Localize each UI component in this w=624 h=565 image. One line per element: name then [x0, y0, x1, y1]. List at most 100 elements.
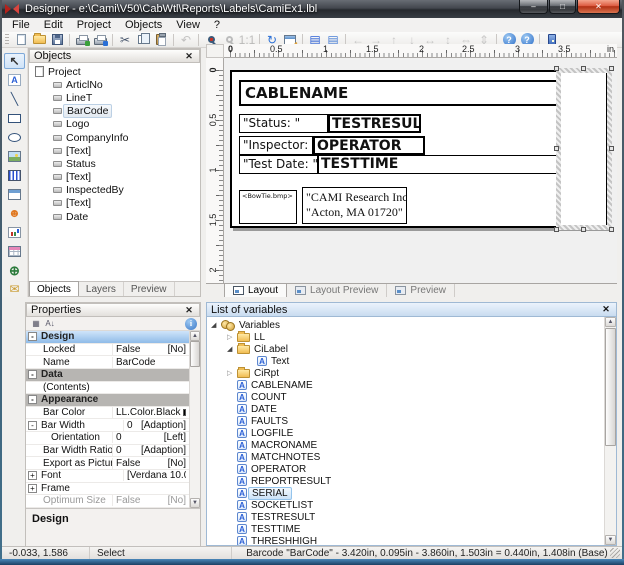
close-icon[interactable]: ✕: [600, 304, 612, 315]
var-folder-ll[interactable]: LL: [207, 331, 604, 343]
tab-preview[interactable]: Preview: [387, 284, 455, 297]
open-file-icon[interactable]: [30, 32, 48, 47]
info-icon[interactable]: i: [185, 318, 197, 330]
label-object-logo-placeholder[interactable]: <BowTie.bmp>: [239, 190, 297, 224]
tree-item-logo[interactable]: Logo: [29, 118, 200, 131]
menu-edit[interactable]: Edit: [37, 18, 70, 32]
menu-objects[interactable]: Objects: [118, 18, 169, 32]
prop-bar-color[interactable]: Bar Color LL.Color.Black: [26, 407, 200, 420]
prop-name[interactable]: Name BarCode: [26, 356, 200, 369]
tab-layers[interactable]: Layers: [79, 282, 124, 296]
resize-handle[interactable]: [581, 66, 586, 71]
expand-toggle-icon[interactable]: [28, 332, 37, 341]
expand-toggle-icon[interactable]: [28, 395, 37, 404]
label-object-companyinfo[interactable]: "CAMI Research Inc. "Acton, MA 01720": [302, 187, 407, 224]
picture-tool[interactable]: [4, 148, 25, 164]
resize-handle[interactable]: [554, 227, 559, 232]
variables-scrollbar[interactable]: ▲ ▼: [604, 317, 616, 545]
line-tool[interactable]: ╲: [4, 91, 25, 107]
resize-handle[interactable]: [609, 66, 614, 71]
tree-item-inspectedby[interactable]: InspectedBy: [29, 184, 200, 197]
resize-handle[interactable]: [554, 66, 559, 71]
prop-optimum-size[interactable]: Optimum Size False [No]: [26, 495, 200, 508]
var-serial[interactable]: SERIAL: [207, 487, 604, 499]
scrollbar-thumb[interactable]: [605, 328, 616, 446]
resize-handle[interactable]: [581, 227, 586, 232]
tree-item-barcode[interactable]: BarCode: [29, 105, 200, 118]
var-reportresult[interactable]: REPORTRESULT: [207, 475, 604, 487]
expand-toggle-icon[interactable]: [28, 370, 37, 379]
tab-objects-preview[interactable]: Preview: [124, 282, 175, 296]
print-setup-icon[interactable]: [91, 32, 109, 47]
var-logfile[interactable]: LOGFILE: [207, 427, 604, 439]
scrollbar-thumb[interactable]: [190, 341, 200, 367]
tree-item-linet[interactable]: LineT: [29, 91, 200, 104]
label-object-operator[interactable]: OPERATOR: [313, 136, 425, 155]
close-icon[interactable]: ✕: [183, 305, 195, 316]
tree-item-text3[interactable]: [Text]: [29, 197, 200, 210]
prop-font[interactable]: Font [Verdana 10.0...: [26, 470, 200, 483]
rtf-text-tool[interactable]: [4, 186, 25, 202]
resize-handle[interactable]: [609, 227, 614, 232]
scroll-up-icon[interactable]: ▲: [190, 331, 200, 341]
scroll-up-icon[interactable]: ▲: [605, 317, 616, 327]
design-canvas[interactable]: CABLENAME "Status: " TESTRESULT "Inspect…: [224, 58, 617, 283]
label-sheet[interactable]: CABLENAME "Status: " TESTRESULT "Inspect…: [230, 70, 608, 228]
minimize-button[interactable]: –: [519, 0, 548, 14]
var-root-variables[interactable]: Variables: [207, 319, 604, 331]
tree-item-articlno[interactable]: ArticlNo: [29, 78, 200, 91]
ole-object-tool[interactable]: ✉: [4, 281, 25, 297]
form-element-tool[interactable]: ☻: [4, 205, 25, 221]
label-object-testtime[interactable]: TESTTIME: [318, 155, 558, 174]
var-cablename[interactable]: CABLENAME: [207, 379, 604, 391]
paste-icon[interactable]: [152, 32, 170, 47]
label-object-cablename[interactable]: CABLENAME: [239, 80, 559, 106]
tree-item-text1[interactable]: [Text]: [29, 144, 200, 157]
menu-help[interactable]: ?: [207, 18, 227, 32]
menu-file[interactable]: File: [5, 18, 37, 32]
var-date[interactable]: DATE: [207, 403, 604, 415]
tree-item-companyinfo[interactable]: CompanyInfo: [29, 131, 200, 144]
chart-tool[interactable]: [4, 224, 25, 240]
prop-locked[interactable]: Locked False [No]: [26, 344, 200, 357]
expand-toggle-icon[interactable]: [28, 471, 37, 480]
save-icon[interactable]: [48, 32, 66, 47]
alphabetical-sort-icon[interactable]: A↓: [43, 318, 57, 330]
copy-icon[interactable]: [134, 32, 152, 47]
categorized-view-icon[interactable]: ▦: [29, 318, 43, 330]
new-document-icon[interactable]: [12, 32, 30, 47]
expand-toggle-icon[interactable]: [211, 322, 221, 329]
prop-bar-width[interactable]: Bar Width 0 [Adaption]: [26, 419, 200, 432]
select-tool[interactable]: ↖: [4, 53, 25, 69]
tree-item-date[interactable]: Date: [29, 210, 200, 223]
print-icon[interactable]: [73, 32, 91, 47]
var-threshhigh[interactable]: THRESHHIGH: [207, 535, 604, 545]
menu-view[interactable]: View: [169, 18, 207, 32]
ellipse-tool[interactable]: [4, 129, 25, 145]
var-testresult[interactable]: TESTRESULT: [207, 511, 604, 523]
text-tool[interactable]: [4, 72, 25, 88]
var-folder-cirpt[interactable]: CiRpt: [207, 367, 604, 379]
properties-scrollbar[interactable]: ▲ ▼: [189, 331, 200, 508]
prop-export-as-picture[interactable]: Export as Picture False [No]: [26, 457, 200, 470]
var-testtime[interactable]: TESTTIME: [207, 523, 604, 535]
label-object-testresult[interactable]: TESTRESULT: [328, 114, 421, 133]
prop-category-data[interactable]: Data: [26, 369, 200, 382]
label-object-status-caption[interactable]: "Status: ": [239, 114, 328, 133]
barcode-object-selected[interactable]: [562, 74, 606, 224]
tree-item-status[interactable]: Status: [29, 157, 200, 170]
var-matchnotes[interactable]: MATCHNOTES: [207, 451, 604, 463]
resize-handle[interactable]: [554, 146, 559, 151]
var-text[interactable]: Text: [207, 355, 604, 367]
var-macroname[interactable]: MACRONAME: [207, 439, 604, 451]
resize-handle[interactable]: [609, 146, 614, 151]
tree-item-project[interactable]: Project: [29, 65, 200, 78]
scroll-down-icon[interactable]: ▼: [190, 498, 200, 508]
var-socketlist[interactable]: SOCKETLIST: [207, 499, 604, 511]
maximize-button[interactable]: □: [549, 0, 576, 14]
tree-item-text2[interactable]: [Text]: [29, 171, 200, 184]
title-bar[interactable]: Designer - e:\Cami\V50\CabWtl\Reports\La…: [0, 0, 624, 18]
prop-bar-width-ratio[interactable]: Bar Width Ratio 0 [Adaption]: [26, 445, 200, 458]
rectangle-tool[interactable]: [4, 110, 25, 126]
close-button[interactable]: ✕: [577, 0, 620, 14]
